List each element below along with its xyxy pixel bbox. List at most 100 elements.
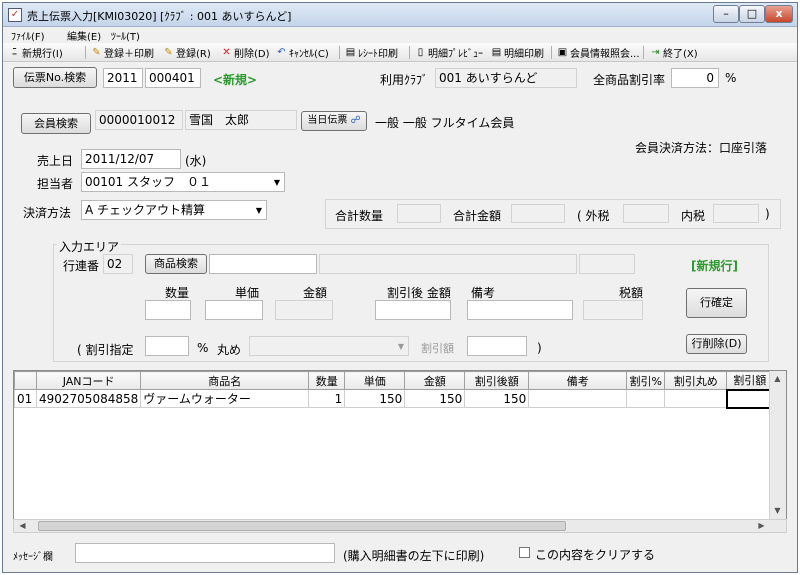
input-area-title: 入力エリア <box>57 238 122 255</box>
table-cell[interactable] <box>664 389 728 408</box>
menu-tools[interactable]: ﾂｰﾙ(T) <box>111 28 140 43</box>
today-slip-label: 当日伝票 <box>307 115 348 126</box>
column-header[interactable]: 商品名 <box>140 371 310 390</box>
register-button[interactable]: ✎ 登録(R) <box>163 45 211 60</box>
today-slip-button[interactable]: 当日伝票 ☍ <box>301 111 367 131</box>
column-header[interactable]: 割引後額 <box>464 371 530 390</box>
column-header[interactable]: 割引% <box>626 371 666 390</box>
column-header[interactable]: 金額 <box>404 371 466 390</box>
product-name-field <box>319 254 577 274</box>
confirm-row-button[interactable]: 行確定 <box>686 288 747 318</box>
member-info-label: 会員情報照会... <box>570 49 640 60</box>
title-bar: ✓ 売上伝票入力[KMI03020] [ｸﾗﾌﾞ : 001 あいすらんど] –… <box>3 3 797 27</box>
table-cell[interactable]: 4902705084858 <box>35 389 142 408</box>
member-type: 一般 一般 フルタイム会員 <box>375 116 515 130</box>
clear-checkbox-label[interactable]: この内容をクリアする <box>535 546 655 563</box>
new-row-button[interactable]: ﾆ 新規行(I) <box>9 45 63 60</box>
exit-icon: ⇥ <box>651 47 660 58</box>
member-info-button[interactable]: ▣ 会員情報照会... <box>557 45 640 60</box>
table-cell[interactable]: 150 <box>464 389 530 408</box>
unit-price-field[interactable] <box>205 300 263 320</box>
staff-value: 00101 スタッフ ０１ <box>85 175 211 189</box>
menu-file[interactable]: ﾌｧｲﾙ(F) <box>11 28 45 43</box>
table-cell[interactable] <box>528 389 628 408</box>
delete-row-button[interactable]: 行削除(D) <box>686 334 747 354</box>
rounding-select[interactable]: ▼ <box>249 336 409 356</box>
row-seq-label: 行連番 <box>63 259 100 273</box>
menu-bar: ﾌｧｲﾙ(F) 編集(E) ﾂｰﾙ(T) <box>3 27 797 43</box>
scroll-thumb[interactable] <box>38 521 566 531</box>
inner-tax-label: 内税 <box>681 209 706 223</box>
sale-date-field[interactable]: 2011/12/07 <box>81 149 181 169</box>
qty-label: 数量 <box>165 286 190 300</box>
detail-grid[interactable]: JANコード 商品名 数量 単価 金額 割引後額 備考 割引% 割引丸め 割引額… <box>13 370 787 520</box>
scroll-up-icon[interactable]: ▲ <box>770 373 785 385</box>
register-label: 登録(R) <box>176 49 211 60</box>
cancel-button[interactable]: ↶ ｷｬﾝｾﾙ(C) <box>276 45 329 60</box>
table-cell-selected[interactable] <box>725 388 774 409</box>
payment-label: 決済方法 <box>23 206 72 220</box>
slip-year-field[interactable]: 2011 <box>103 68 143 88</box>
product-search-button[interactable]: 商品検索 <box>145 254 207 274</box>
table-cell[interactable]: 150 <box>344 389 406 408</box>
preview-button[interactable]: ▯ 明細ﾌﾟﾚﾋﾞｭｰ <box>415 45 483 60</box>
tax-field <box>583 300 643 320</box>
column-header[interactable]: 割引丸め <box>664 371 728 390</box>
column-header[interactable]: 数量 <box>308 371 346 390</box>
memo-field[interactable] <box>467 300 573 320</box>
close-button[interactable]: x <box>765 5 793 23</box>
unit-price-label: 単価 <box>235 286 260 300</box>
slip-search-button[interactable]: 伝票No.検索 <box>13 67 97 88</box>
discount-spec-label: ( 割引指定 <box>77 343 134 357</box>
slip-no-field[interactable]: 000401 <box>145 68 201 88</box>
staff-label: 担当者 <box>37 177 74 191</box>
clear-checkbox[interactable] <box>519 547 530 558</box>
scroll-down-icon[interactable]: ▼ <box>770 505 785 517</box>
table-cell[interactable] <box>626 389 666 408</box>
toolbar-separator <box>643 46 644 59</box>
column-header[interactable]: JANコード <box>35 371 142 390</box>
table-cell[interactable]: 1 <box>308 389 346 408</box>
exit-button[interactable]: ⇥ 終了(X) <box>650 45 697 60</box>
column-header[interactable]: 備考 <box>528 371 628 390</box>
delete-icon: ✕ <box>222 47 231 58</box>
horizontal-scrollbar[interactable]: ◀ ▶ <box>13 519 787 533</box>
outer-tax-field <box>623 204 669 223</box>
member-search-button[interactable]: 会員検索 <box>21 113 91 134</box>
amount-label: 金額 <box>303 286 328 300</box>
detail-print-button[interactable]: ▤ 明細印刷 <box>491 45 544 60</box>
discounted-amount-field[interactable] <box>375 300 451 320</box>
table-cell[interactable]: 150 <box>404 389 466 408</box>
discounted-amount-label: 割引後 金額 <box>387 286 451 300</box>
row-seq-field: 02 <box>103 254 133 274</box>
register-print-button[interactable]: ✎ 登録＋印刷 <box>91 45 154 60</box>
qty-field[interactable] <box>145 300 191 320</box>
staff-select[interactable]: 00101 スタッフ ０１ ▼ <box>81 172 285 192</box>
preview-icon: ▯ <box>417 47 424 58</box>
table-cell[interactable]: 01 <box>14 389 37 408</box>
scroll-left-icon[interactable]: ◀ <box>15 520 30 532</box>
menu-edit[interactable]: 編集(E) <box>67 28 101 43</box>
receipt-print-button[interactable]: ▤ ﾚｼｰﾄ印刷 <box>345 45 398 60</box>
receipt-print-label: ﾚｼｰﾄ印刷 <box>358 49 398 60</box>
column-header[interactable]: 単価 <box>344 371 406 390</box>
product-code-field[interactable] <box>209 254 317 274</box>
discount-amount-field[interactable] <box>467 336 527 356</box>
discount-field[interactable]: 0 <box>671 68 719 88</box>
member-payment-method: 会員決済方法：口座引落 <box>635 141 768 155</box>
column-header[interactable] <box>14 371 37 390</box>
delete-button[interactable]: ✕ 削除(D) <box>221 45 269 60</box>
payment-select[interactable]: A チェックアウト精算 ▼ <box>81 200 267 220</box>
tax-label: 税額 <box>619 286 644 300</box>
sale-date-label: 売上日 <box>37 154 74 168</box>
discount-percent-field[interactable] <box>145 336 189 356</box>
table-cell[interactable]: ヴァームウォーター <box>140 389 310 408</box>
member-name-field: 雪国 太郎 <box>185 110 297 130</box>
maximize-button[interactable]: □ <box>739 5 765 23</box>
message-field[interactable] <box>75 543 335 563</box>
minimize-button[interactable]: – <box>713 5 739 23</box>
scroll-right-icon[interactable]: ▶ <box>754 520 769 532</box>
vertical-scrollbar[interactable]: ▲ ▼ <box>769 371 786 519</box>
table-row[interactable]: 01 4902705084858 ヴァームウォーター 1 150 150 150 <box>14 388 774 409</box>
column-header[interactable]: 割引額 <box>726 371 774 390</box>
